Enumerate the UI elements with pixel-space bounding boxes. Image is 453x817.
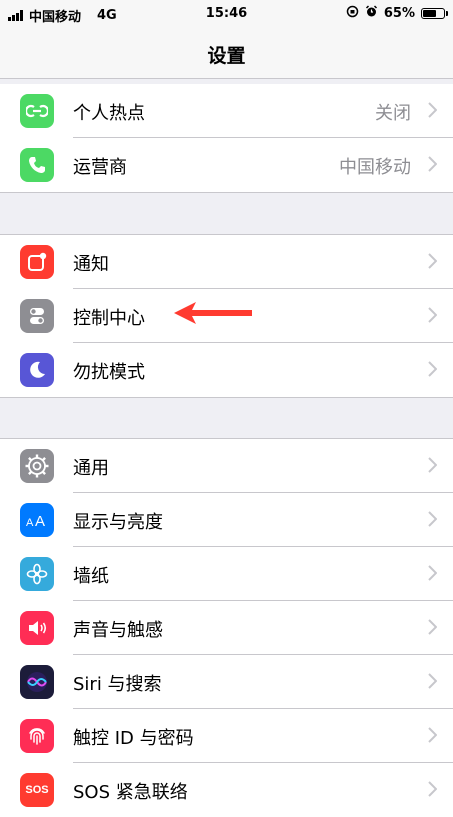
settings-row-label: 声音与触感: [73, 620, 163, 641]
settings-row-label: 通知: [73, 254, 109, 275]
settings-group-general: 通用 A A 显示与亮度墙纸声音与触感 Siri 与搜索触控 ID 与密码 SOS SOS …: [0, 438, 453, 817]
settings-row-label: 运营商: [73, 157, 127, 178]
settings-row[interactable]: 墙纸: [0, 547, 453, 601]
chevron-right-icon: [428, 307, 437, 323]
settings-row[interactable]: 声音与触感: [0, 601, 453, 655]
settings-row-label: 勿扰模式: [73, 362, 145, 383]
settings-row-label: SOS 紧急联络: [73, 782, 188, 803]
settings-row-label: 墙纸: [73, 566, 109, 587]
icon-text: SOS: [25, 784, 49, 796]
settings-row[interactable]: 勿扰模式: [0, 343, 453, 397]
orientation-lock-icon: [346, 5, 359, 22]
control-center-icon: [20, 299, 54, 333]
chevron-right-icon: [428, 781, 437, 797]
settings-row[interactable]: A A 显示与亮度: [0, 493, 453, 547]
chevron-right-icon: [428, 511, 437, 527]
chevron-right-icon: [428, 361, 437, 377]
status-right: 65%: [346, 5, 448, 22]
battery-icon: [421, 8, 448, 19]
chevron-right-icon: [428, 727, 437, 743]
sound-icon: [20, 611, 54, 645]
chevron-right-icon: [428, 457, 437, 473]
settings-row-label: 触控 ID 与密码: [73, 728, 194, 749]
settings-row-value: 关闭: [375, 103, 411, 124]
settings-row[interactable]: 通用: [0, 439, 453, 493]
navigation-bar: 设置: [0, 28, 453, 79]
settings-row[interactable]: SOS SOS 紧急联络: [0, 763, 453, 817]
moon-icon: [20, 353, 54, 387]
fingerprint-icon: [20, 719, 54, 753]
settings-row-label: 通用: [73, 458, 109, 479]
notification-icon: [20, 245, 54, 279]
settings-row-label: 个人热点: [73, 103, 145, 124]
settings-row[interactable]: 触控 ID 与密码: [0, 709, 453, 763]
chevron-right-icon: [428, 565, 437, 581]
siri-icon: [20, 665, 54, 699]
status-bar: 中国移动 4G 15:46 65%: [0, 0, 453, 28]
battery-percentage: 65%: [383, 6, 415, 21]
alarm-icon: [365, 5, 378, 22]
chevron-right-icon: [428, 619, 437, 635]
chevron-right-icon: [428, 102, 437, 118]
settings-row-label: 显示与亮度: [73, 512, 163, 533]
display-brightness-icon: AA: [20, 503, 54, 537]
annotation-arrow-icon: [174, 302, 252, 324]
settings-row[interactable]: 个人热点 关闭: [0, 84, 453, 138]
settings-row-label: Siri 与搜索: [73, 674, 162, 695]
sos-icon: SOS: [20, 773, 54, 807]
svg-text:A: A: [26, 517, 34, 529]
chevron-right-icon: [428, 156, 437, 172]
gear-icon: [20, 449, 54, 483]
svg-text:A: A: [35, 513, 45, 529]
settings-row-label: 控制中心: [73, 308, 145, 329]
settings-row[interactable]: 通知: [0, 235, 453, 289]
chevron-right-icon: [428, 253, 437, 269]
wallpaper-icon: [20, 557, 54, 591]
settings-row[interactable]: 运营商 中国移动: [0, 138, 453, 192]
chevron-right-icon: [428, 673, 437, 689]
settings-row[interactable]: Siri 与搜索: [0, 655, 453, 709]
page-title: 设置: [207, 45, 246, 67]
hotspot-icon: [20, 94, 54, 128]
settings-group-network: 个人热点 关闭运营商 中国移动: [0, 84, 453, 193]
phone-icon: [20, 148, 54, 182]
settings-row-value: 中国移动: [339, 157, 411, 178]
